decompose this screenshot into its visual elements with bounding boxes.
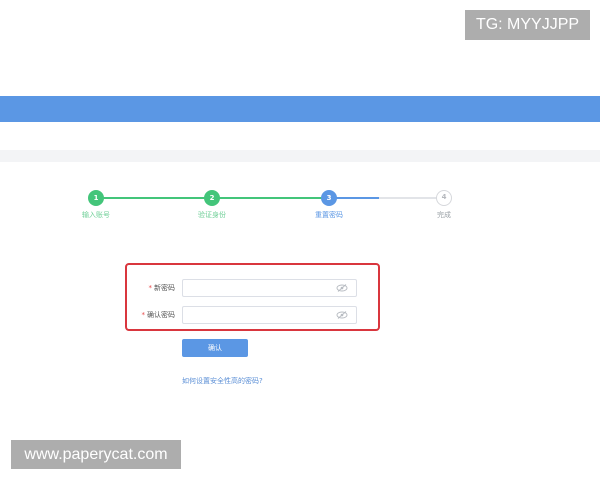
confirm-password-label: * 确认密码 (115, 305, 176, 325)
required-mark: * (141, 311, 146, 319)
new-password-row: * 新密码 (0, 278, 600, 298)
reset-password-page: 1 2 3 4 输入账号 验证身份 重置密码 完成 * 新密码 * 确认密码 确认 … (0, 0, 600, 480)
eye-off-icon (336, 311, 348, 319)
step-4-label: 完成 (437, 211, 451, 219)
confirm-button[interactable]: 确认 (182, 339, 248, 357)
step-2-label: 验证身份 (198, 211, 226, 219)
watermark-top: TG: MYYJJPP (465, 10, 590, 40)
step-1-circle: 1 (88, 190, 104, 206)
step-1-label: 输入账号 (82, 211, 110, 219)
toggle-visibility-icon[interactable] (335, 308, 349, 322)
new-password-label: * 新密码 (115, 278, 176, 298)
confirm-password-label-text: 确认密码 (147, 311, 175, 319)
password-help-link[interactable]: 如何设置安全性高的密码? (182, 376, 263, 386)
eye-off-icon (336, 284, 348, 292)
step-4-circle: 4 (436, 190, 452, 206)
step-2-circle: 2 (204, 190, 220, 206)
step-connector-3 (379, 197, 444, 199)
step-3-label: 重置密码 (315, 211, 343, 219)
watermark-bottom: www.paperycat.com (11, 440, 181, 469)
new-password-input[interactable] (182, 279, 357, 297)
step-connector-1 (96, 197, 212, 199)
confirm-password-input[interactable] (182, 306, 357, 324)
required-mark: * (148, 284, 153, 292)
step-connector-2 (212, 197, 329, 199)
confirm-password-row: * 确认密码 (0, 305, 600, 325)
step-3-circle: 3 (321, 190, 337, 206)
toggle-visibility-icon[interactable] (335, 281, 349, 295)
new-password-label-text: 新密码 (154, 284, 175, 292)
